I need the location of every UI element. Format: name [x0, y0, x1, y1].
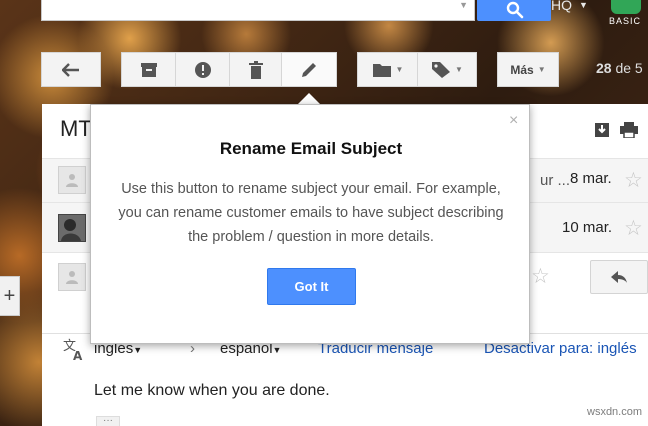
star-icon[interactable]: ☆ — [531, 264, 550, 289]
folder-icon — [372, 63, 391, 77]
avatar — [58, 166, 86, 194]
star-icon[interactable]: ☆ — [624, 216, 643, 241]
print-icon[interactable] — [620, 122, 638, 138]
person-icon — [66, 271, 78, 284]
move-to-caret-icon: ▼ — [395, 65, 404, 74]
message-date: 10 mar. — [562, 219, 613, 236]
download-icon[interactable] — [594, 122, 610, 138]
labels-button[interactable]: ▼ — [417, 52, 477, 87]
popup-body: Use this button to rename subject your e… — [118, 181, 504, 245]
label-tag-icon — [432, 61, 451, 78]
badge-shield-icon — [611, 0, 641, 14]
back-button[interactable] — [41, 52, 101, 87]
person-icon — [66, 174, 78, 187]
message-body: Let me know when you are done. — [94, 382, 330, 399]
search-icon — [506, 1, 524, 19]
translate-icon: 文 A — [63, 339, 83, 361]
pencil-icon — [302, 62, 316, 77]
rename-subject-button[interactable] — [281, 52, 337, 87]
search-input[interactable]: ▼ — [41, 0, 475, 21]
pagination-current: 28 — [596, 60, 612, 76]
account-label[interactable]: HQ — [551, 0, 572, 13]
pagination-count: 28 de 5 — [596, 60, 643, 76]
pagination-total: de 5 — [615, 60, 643, 76]
avatar — [58, 214, 86, 242]
show-trimmed-content-button[interactable]: ··· — [96, 416, 120, 426]
new-chat-plus-button[interactable]: + — [0, 276, 20, 316]
back-arrow-icon — [62, 62, 79, 77]
email-subject: MT — [60, 116, 92, 141]
popup-title: Rename Email Subject — [219, 139, 403, 158]
badge-label: BASIC — [609, 16, 642, 26]
watermark: wsxdn.com — [587, 406, 643, 418]
message-snippet: ur ... — [540, 172, 571, 189]
more-button[interactable]: Más ▼ — [497, 52, 559, 87]
avatar — [58, 263, 86, 291]
account-caret-icon[interactable]: ▼ — [579, 0, 588, 10]
got-it-button[interactable]: Got It — [267, 268, 356, 305]
spam-icon — [194, 61, 211, 78]
more-caret-icon: ▼ — [537, 65, 546, 74]
report-spam-button[interactable] — [175, 52, 230, 87]
labels-caret-icon: ▼ — [455, 65, 463, 74]
search-options-caret-icon[interactable]: ▼ — [459, 0, 468, 10]
rename-subject-popup: × Rename Email Subject Use this button t… — [90, 104, 530, 344]
svg-text:A: A — [73, 349, 83, 361]
close-icon[interactable]: × — [509, 112, 518, 130]
archive-button[interactable] — [121, 52, 176, 87]
trash-icon — [248, 60, 263, 79]
basic-badge: BASIC — [609, 0, 648, 29]
message-date: 8 mar. — [570, 170, 612, 187]
reply-button[interactable] — [590, 260, 648, 294]
delete-button[interactable] — [229, 52, 282, 87]
search-button[interactable] — [477, 0, 551, 21]
more-label: Más — [510, 62, 534, 77]
move-to-button[interactable]: ▼ — [357, 52, 418, 87]
archive-icon — [140, 62, 157, 77]
reply-arrow-icon — [611, 271, 627, 283]
photo-avatar-icon — [59, 215, 85, 241]
star-icon[interactable]: ☆ — [624, 168, 643, 193]
thread-actions — [594, 122, 638, 138]
